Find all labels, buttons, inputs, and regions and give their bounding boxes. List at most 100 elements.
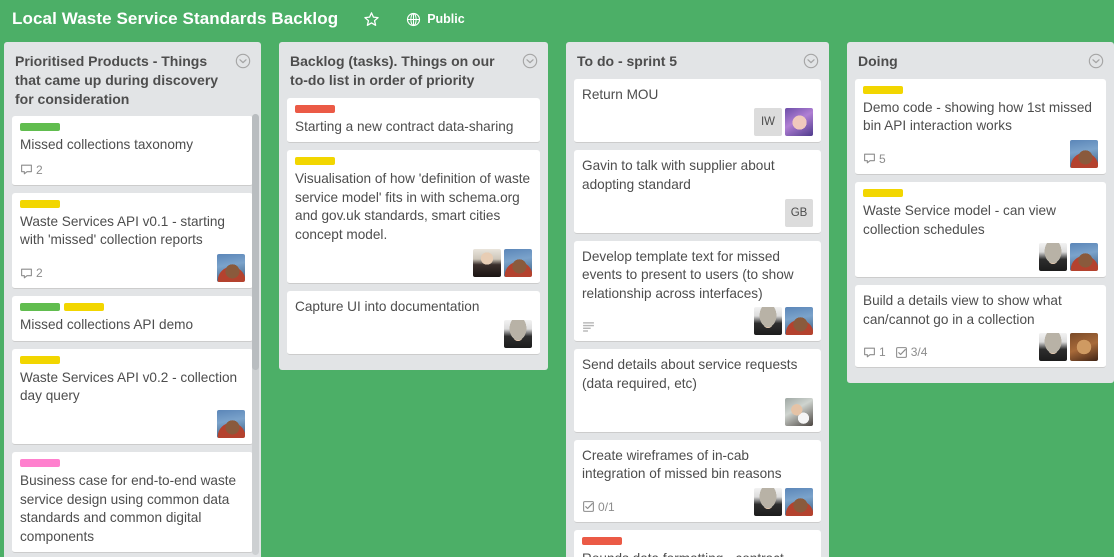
card[interactable]: Gavin to talk with supplier about adopti… [574, 150, 822, 234]
card[interactable]: Rounds data formatting - contract clause [574, 529, 822, 557]
card-bottom [295, 248, 533, 277]
card-title: Create wireframes of in-cab integration … [582, 447, 782, 482]
avatar[interactable] [217, 409, 246, 438]
card[interactable]: Send details about service requests (dat… [574, 349, 822, 433]
avatar[interactable] [504, 248, 533, 277]
card-bottom: 5 [863, 139, 1098, 168]
card[interactable]: Waste Service model - can view collectio… [855, 181, 1106, 279]
card-label-red[interactable] [582, 536, 623, 545]
card-title: Business case for end-to-end waste servi… [20, 472, 237, 544]
star-icon[interactable] [362, 10, 380, 28]
card-badges: 0/1 [582, 500, 615, 516]
scrollbar-thumb[interactable] [252, 114, 260, 370]
card[interactable]: Missed collections taxonomy 2 [12, 116, 254, 186]
avatar[interactable] [754, 487, 783, 516]
card-title: Starting a new contract data-sharing [295, 118, 514, 134]
card-members [217, 409, 246, 438]
avatar[interactable] [1070, 333, 1098, 362]
chevron-down-circle-icon[interactable] [1088, 53, 1104, 69]
checklist-badge: 0/1 [582, 500, 615, 514]
card-members: IW [754, 108, 814, 137]
card-title: Build a details view to show what can/ca… [863, 293, 1062, 327]
card-labels [863, 188, 1098, 197]
card-members [217, 254, 246, 283]
card-bottom: 2 [20, 254, 246, 283]
comment-icon [863, 346, 876, 359]
avatar[interactable] [1070, 139, 1098, 168]
comment-icon [20, 267, 33, 280]
avatar[interactable] [785, 487, 814, 516]
card-badges: 1 3/4 [863, 345, 927, 361]
list-header: Prioritised Products - Things that came … [4, 42, 261, 116]
chevron-down-circle-icon[interactable] [522, 53, 538, 69]
card[interactable]: Waste Services API v0.1 - starting with … [12, 192, 254, 290]
card-label-yellow[interactable] [863, 188, 904, 197]
card[interactable]: Demo code - showing how 1st missed bin A… [855, 78, 1106, 175]
card-members: GB [785, 198, 814, 227]
card[interactable]: Starting a new contract data-sharing [287, 97, 541, 144]
list-header: Doing [847, 42, 1114, 79]
card-label-green[interactable] [20, 303, 60, 312]
card[interactable]: Create wireframes of in-cab integration … [574, 439, 822, 523]
card-members [1070, 139, 1098, 168]
list-header: To do - sprint 5 [566, 42, 829, 79]
card-labels [295, 104, 532, 113]
card-bottom [295, 320, 533, 349]
card-label-pink[interactable] [20, 458, 60, 467]
avatar[interactable] [754, 307, 783, 336]
card-label-yellow[interactable] [20, 199, 60, 208]
list-title[interactable]: Backlog (tasks). Things on our to-do lis… [290, 52, 516, 90]
card[interactable]: Missed collections API demo [12, 296, 254, 342]
list: Prioritised Products - Things that came … [4, 42, 262, 557]
avatar[interactable] [1070, 243, 1098, 272]
card[interactable]: Return MOU IW [574, 78, 822, 144]
card-bottom: 1 3/4 [863, 333, 1098, 362]
card[interactable]: Develop template text for missed events … [574, 240, 822, 343]
board-header: Local Waste Service Standards Backlog Pu… [0, 0, 1114, 38]
card-title: Visualisation of how 'definition of wast… [295, 171, 531, 242]
card-labels [295, 157, 532, 166]
avatar[interactable] [1039, 243, 1067, 272]
globe-icon [406, 12, 421, 27]
card-labels [20, 458, 245, 467]
comment-count: 1 [879, 345, 886, 360]
card[interactable]: Business case for end-to-end waste servi… [12, 451, 254, 554]
card[interactable]: Visualisation of how 'definition of wast… [287, 150, 541, 284]
card[interactable]: Capture UI into documentation [287, 290, 541, 356]
card-label-yellow[interactable] [64, 303, 104, 312]
board-visibility[interactable]: Public [406, 12, 465, 27]
card-title: Waste Services API v0.1 - starting with … [20, 213, 225, 248]
card-label-red[interactable] [295, 104, 336, 113]
card-label-yellow[interactable] [295, 157, 336, 166]
chevron-down-circle-icon[interactable] [803, 53, 819, 69]
description-icon [582, 320, 595, 333]
card-label-green[interactable] [20, 123, 60, 132]
avatar[interactable] [217, 254, 246, 283]
card[interactable]: Build a details view to show what can/ca… [855, 285, 1106, 369]
list-title[interactable]: To do - sprint 5 [577, 52, 797, 71]
card-label-yellow[interactable] [863, 85, 904, 94]
avatar[interactable] [1039, 333, 1067, 362]
card-members [754, 487, 814, 516]
list-title[interactable]: Doing [858, 52, 1082, 71]
card-bottom [582, 307, 814, 336]
avatar[interactable] [504, 320, 533, 349]
avatar[interactable] [785, 307, 814, 336]
card[interactable]: Waste Services API v0.2 - collection day… [12, 348, 254, 445]
avatar[interactable] [473, 248, 502, 277]
avatar[interactable] [785, 108, 814, 137]
card-title: Waste Services API v0.2 - collection day… [20, 369, 238, 404]
card-badges: 2 [20, 266, 43, 282]
chevron-down-circle-icon[interactable] [235, 53, 251, 69]
comment-count: 5 [879, 151, 886, 166]
list-title[interactable]: Prioritised Products - Things that came … [15, 52, 229, 108]
card-badges: 5 [863, 152, 886, 168]
card-label-yellow[interactable] [20, 355, 60, 364]
list-cards: Missed collections taxonomy 2 Waste Servic… [4, 116, 261, 557]
avatar[interactable] [785, 397, 814, 426]
checklist-icon [895, 346, 908, 359]
avatar-initials[interactable]: IW [754, 108, 783, 137]
list-scrollbar[interactable] [252, 114, 260, 555]
avatar-initials[interactable]: GB [785, 198, 814, 227]
board-visibility-label: Public [427, 12, 465, 26]
